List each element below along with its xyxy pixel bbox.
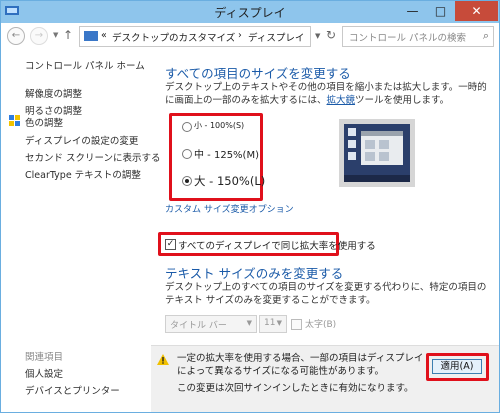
apply-button[interactable]: 適用(A) [432, 359, 482, 374]
maximize-button[interactable]: □ [427, 1, 454, 21]
bold-label: 太字(B) [305, 320, 337, 330]
sidebar-item-second-screen[interactable]: セカンド スクリーンに表示する [25, 150, 161, 164]
font-size-select[interactable]: 11 ▼ [259, 315, 287, 333]
search-placeholder: コントロール パネルの検索 [349, 33, 467, 44]
forward-arrow-icon[interactable]: → [30, 27, 48, 45]
warning-panel: 一定の拡大率を使用する場合、一部の項目はディスプレイによって異なるサイズになる可… [151, 345, 499, 412]
sidebar: コントロール パネル ホーム 解像度の調整 明るさの調整 色の調整 ディスプレイ… [1, 49, 161, 411]
minimize-button[interactable]: — [399, 1, 426, 21]
main-content: すべての項目のサイズを変更する デスクトップ上のテキストやその他の項目を縮小また… [151, 49, 499, 412]
sidebar-item-resolution[interactable]: 解像度の調整 [25, 86, 82, 100]
close-button[interactable]: ✕ [455, 1, 498, 21]
same-scale-highlight: ✓ すべてのディスプレイで同じ拡大率を使用する [158, 232, 376, 256]
radio-large[interactable] [182, 176, 192, 186]
sidebar-item-personalize[interactable]: 個人設定 [25, 366, 63, 380]
breadcrumb-customize[interactable]: デスクトップのカスタマイズ [112, 30, 235, 44]
text-size-heading: テキスト サイズのみを変更する [165, 266, 344, 281]
warning-text: 一定の拡大率を使用する場合、一部の項目はディスプレイによって異なるサイズになる可… [177, 353, 424, 377]
resize-description-tail: ツールを使用します。 [355, 95, 450, 106]
custom-size-link[interactable]: カスタム サイズ変更オプション [165, 202, 294, 215]
sidebar-item-devices[interactable]: デバイスとプリンター [25, 383, 120, 397]
breadcrumb-overflow[interactable]: « [101, 30, 107, 41]
size-options-highlight: 小 - 100%(S) 中 - 125%(M) 大 - 150%(L) [169, 113, 265, 201]
address-bar[interactable]: « デスクトップのカスタマイズ › ディスプレイ [79, 26, 311, 47]
warning-icon [157, 354, 169, 365]
search-box[interactable]: コントロール パネルの検索 ⌕ [342, 26, 494, 47]
monitor-preview-icon [339, 119, 415, 187]
display-window: ディスプレイ — □ ✕ ← → ▼ ↑ « デスクトップのカスタマイズ › デ… [0, 0, 500, 413]
radio-small-label[interactable]: 小 - 100%(S) [194, 120, 244, 131]
font-size-select-value: 11 [264, 318, 276, 328]
signin-note: この変更は次回サインインしたときに有効になります。 [177, 383, 414, 394]
related-heading: 関連項目 [25, 352, 64, 363]
up-arrow-icon[interactable]: ↑ [63, 28, 73, 42]
breadcrumb-separator: › [238, 30, 242, 41]
bold-option[interactable]: 太字(B) [291, 317, 336, 330]
resize-description: デスクトップ上のテキストやその他の項目を縮小または拡大します。一時的に画面上の一… [165, 81, 495, 107]
chevron-down-icon: ▼ [276, 319, 282, 327]
breadcrumb-display[interactable]: ディスプレイ [248, 30, 304, 44]
shield-icon [9, 115, 20, 126]
magnifier-link[interactable]: 拡大鏡 [327, 95, 356, 106]
item-select[interactable]: タイトル バー ▼ [165, 315, 257, 333]
radio-medium[interactable] [182, 149, 192, 159]
item-select-value: タイトル バー [170, 321, 227, 331]
refresh-icon[interactable]: ↻ [326, 28, 336, 42]
address-dropdown-icon[interactable]: ▼ [315, 32, 320, 40]
sidebar-item-display-settings[interactable]: ディスプレイの設定の変更 [25, 133, 138, 147]
back-arrow-icon[interactable]: ← [7, 27, 25, 45]
resize-heading: すべての項目のサイズを変更する [165, 66, 351, 81]
same-scale-checkbox[interactable]: ✓ [165, 239, 176, 250]
bold-checkbox[interactable] [291, 319, 302, 330]
radio-small[interactable] [182, 122, 192, 132]
same-scale-label[interactable]: すべてのディスプレイで同じ拡大率を使用する [178, 238, 376, 252]
radio-medium-label[interactable]: 中 - 125%(M) [194, 146, 259, 161]
search-icon[interactable]: ⌕ [483, 29, 489, 43]
apply-highlight: 適用(A) [426, 353, 489, 381]
title-bar: ディスプレイ — □ ✕ [1, 1, 499, 23]
control-panel-small-icon [84, 31, 98, 41]
radio-large-label[interactable]: 大 - 150%(L) [194, 173, 265, 189]
recent-pages-chevron-icon[interactable]: ▼ [53, 31, 58, 39]
sidebar-item-cleartype[interactable]: ClearType テキストの調整 [25, 167, 141, 181]
chevron-down-icon: ▼ [246, 319, 252, 327]
sidebar-home-link[interactable]: コントロール パネル ホーム [25, 58, 145, 72]
sidebar-item-color[interactable]: 色の調整 [25, 115, 63, 129]
address-row: ← → ▼ ↑ « デスクトップのカスタマイズ › ディスプレイ ▼ ↻ コント… [1, 23, 499, 49]
text-size-description: デスクトップ上のすべての項目のサイズを変更する代わりに、特定の項目のテキスト サ… [165, 282, 487, 306]
